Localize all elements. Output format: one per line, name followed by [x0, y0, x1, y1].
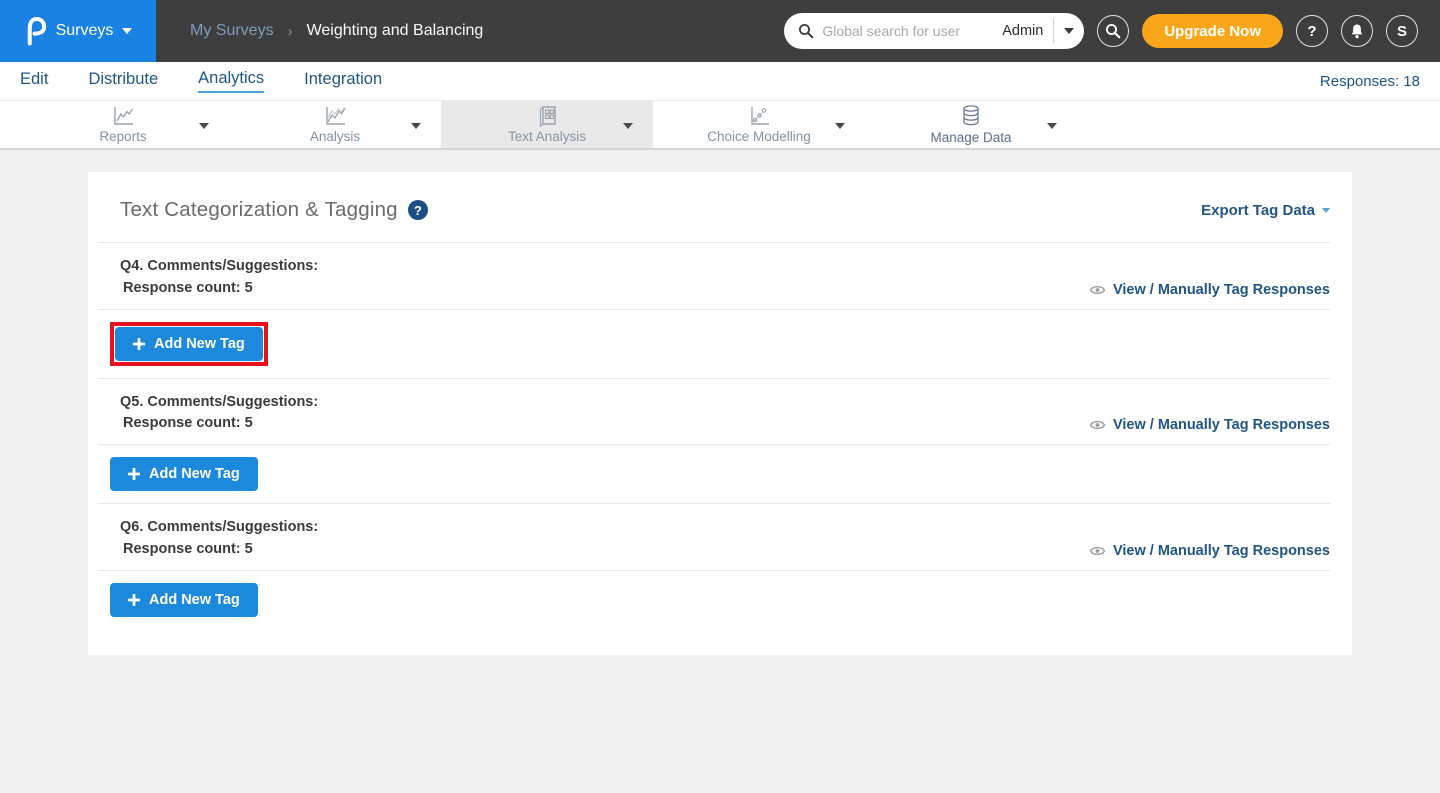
upgrade-now-button[interactable]: Upgrade Now: [1142, 14, 1283, 48]
breadcrumb-my-surveys[interactable]: My Surveys: [190, 22, 274, 40]
chevron-down-icon: [1322, 208, 1330, 213]
tab-manage-data[interactable]: Manage Data: [865, 101, 1077, 148]
page-title: Text Categorization & Tagging: [120, 198, 398, 222]
tab-label: Text Analysis: [508, 129, 586, 144]
search-icon: [1105, 23, 1121, 39]
user-avatar[interactable]: S: [1386, 15, 1418, 47]
tab-edit[interactable]: Edit: [20, 70, 48, 92]
tab-label: Manage Data: [930, 130, 1011, 145]
add-new-tag-button[interactable]: Add New Tag: [110, 583, 258, 617]
chevron-down-icon[interactable]: [199, 123, 209, 129]
database-icon: [959, 104, 983, 128]
view-link-label: View / Manually Tag Responses: [1113, 543, 1330, 559]
tab-label: Analysis: [310, 129, 360, 144]
text-tagging-card: Text Categorization & Tagging ? Export T…: [88, 172, 1352, 655]
analytics-tabstrip: Reports Analysis Text Analysis: [0, 100, 1440, 150]
surveys-app-switcher[interactable]: Surveys: [0, 0, 156, 62]
annotation-highlight-box: Add New Tag: [110, 322, 268, 366]
question-section-q6: Q6. Comments/Suggestions: Response count…: [88, 504, 1352, 570]
tab-label: Choice Modelling: [707, 129, 811, 144]
response-count: Response count: 5: [120, 413, 318, 435]
tab-analysis[interactable]: Analysis: [229, 101, 441, 148]
proprofs-logo-icon: [24, 16, 47, 46]
chevron-down-icon[interactable]: [1047, 123, 1057, 129]
responses-count: Responses: 18: [1320, 73, 1420, 90]
eye-icon: [1089, 419, 1106, 431]
chevron-down-icon[interactable]: [835, 123, 845, 129]
chevron-down-icon[interactable]: [411, 123, 421, 129]
chevron-down-icon[interactable]: [1064, 28, 1074, 34]
search-icon: [798, 23, 814, 39]
add-tag-label: Add New Tag: [149, 592, 240, 608]
product-name: Surveys: [56, 22, 114, 40]
main-content: Text Categorization & Tagging ? Export T…: [0, 150, 1440, 655]
button-row: Add New Tag: [88, 310, 1352, 378]
multi-line-chart-icon: [323, 105, 347, 127]
view-manually-tag-link[interactable]: View / Manually Tag Responses: [1089, 543, 1330, 559]
divider: [1053, 19, 1054, 43]
plus-icon: [128, 468, 140, 480]
button-row: Add New Tag: [88, 445, 1352, 503]
response-count: Response count: 5: [120, 278, 318, 300]
tab-label: Reports: [99, 129, 146, 144]
tab-text-analysis[interactable]: Text Analysis: [441, 101, 653, 148]
survey-subnav: Edit Distribute Analytics Integration Re…: [0, 62, 1440, 100]
question-mark-icon: ?: [1307, 23, 1316, 40]
header-search-button[interactable]: [1097, 15, 1129, 47]
global-search-box: Admin: [784, 13, 1084, 49]
view-manually-tag-link[interactable]: View / Manually Tag Responses: [1089, 282, 1330, 298]
header-actions: Admin Upgrade Now ? S: [784, 13, 1440, 49]
breadcrumb: My Surveys › Weighting and Balancing: [190, 22, 483, 40]
top-header-bar: Surveys My Surveys › Weighting and Balan…: [0, 0, 1440, 62]
line-chart-icon: [111, 105, 135, 127]
question-title: Q4. Comments/Suggestions:: [120, 256, 318, 278]
breadcrumb-current-survey: Weighting and Balancing: [307, 22, 484, 40]
eye-icon: [1089, 284, 1106, 296]
help-button[interactable]: ?: [1296, 15, 1328, 47]
question-info: Q4. Comments/Suggestions: Response count…: [120, 256, 318, 300]
chevron-down-icon[interactable]: [623, 123, 633, 129]
question-info: Q6. Comments/Suggestions: Response count…: [120, 517, 318, 561]
plus-icon: [133, 338, 145, 350]
view-link-label: View / Manually Tag Responses: [1113, 417, 1330, 433]
question-section-q5: Q5. Comments/Suggestions: Response count…: [88, 379, 1352, 445]
add-new-tag-button[interactable]: Add New Tag: [110, 457, 258, 491]
view-manually-tag-link[interactable]: View / Manually Tag Responses: [1089, 417, 1330, 433]
tab-distribute[interactable]: Distribute: [88, 70, 158, 92]
question-info: Q5. Comments/Suggestions: Response count…: [120, 392, 318, 436]
breadcrumb-separator-icon: ›: [288, 23, 293, 40]
help-icon[interactable]: ?: [408, 200, 428, 220]
notifications-button[interactable]: [1341, 15, 1373, 47]
bell-icon: [1349, 23, 1365, 40]
text-document-icon: [535, 105, 559, 127]
tab-reports[interactable]: Reports: [17, 101, 229, 148]
question-title: Q6. Comments/Suggestions:: [120, 517, 318, 539]
card-header: Text Categorization & Tagging ? Export T…: [88, 172, 1352, 242]
add-new-tag-button[interactable]: Add New Tag: [115, 327, 263, 361]
eye-icon: [1089, 545, 1106, 557]
search-scope-value: Admin: [1002, 23, 1043, 39]
tab-choice-modelling[interactable]: Choice Modelling: [653, 101, 865, 148]
export-label: Export Tag Data: [1201, 202, 1315, 219]
response-count: Response count: 5: [120, 539, 318, 561]
tab-integration[interactable]: Integration: [304, 70, 382, 92]
view-link-label: View / Manually Tag Responses: [1113, 282, 1330, 298]
avatar-initial: S: [1397, 23, 1407, 40]
global-search-input[interactable]: [822, 23, 994, 39]
question-title: Q5. Comments/Suggestions:: [120, 392, 318, 414]
scatter-chart-icon: [747, 105, 771, 127]
add-tag-label: Add New Tag: [154, 336, 245, 352]
add-tag-label: Add New Tag: [149, 466, 240, 482]
question-section-q4: Q4. Comments/Suggestions: Response count…: [88, 243, 1352, 309]
search-scope-selector[interactable]: Admin: [1002, 19, 1074, 43]
plus-icon: [128, 594, 140, 606]
button-row: Add New Tag: [88, 571, 1352, 629]
chevron-down-icon: [122, 28, 132, 34]
export-tag-data-dropdown[interactable]: Export Tag Data: [1201, 202, 1330, 219]
tab-analytics[interactable]: Analytics: [198, 69, 264, 93]
